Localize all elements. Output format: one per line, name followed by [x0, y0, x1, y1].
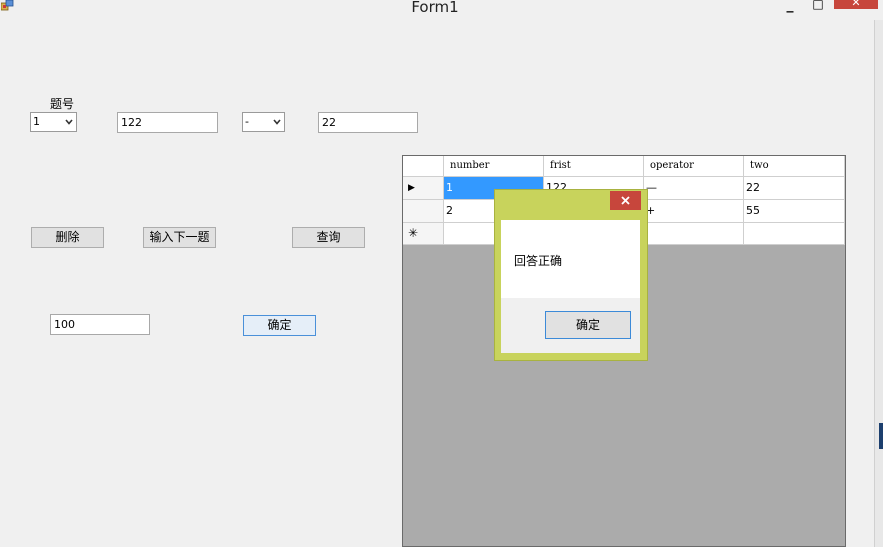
chevron-down-icon — [65, 119, 73, 125]
close-button[interactable]: ✕ — [834, 0, 878, 9]
grid-cell-two[interactable]: 55 — [744, 200, 845, 223]
grid-cell-two[interactable]: 22 — [744, 177, 845, 200]
window-edge — [874, 20, 883, 547]
edge-marker — [879, 423, 883, 449]
delete-button[interactable]: 删除 — [31, 227, 104, 248]
next-question-button[interactable]: 输入下一题 — [143, 227, 216, 248]
grid-cell-operator[interactable] — [644, 223, 744, 245]
grid-corner-header — [403, 156, 444, 177]
question-number-combo[interactable]: 1 — [30, 112, 77, 132]
chevron-down-icon — [273, 119, 281, 125]
column-header-operator[interactable]: operator — [644, 156, 744, 177]
window-title: Form1 — [411, 0, 459, 16]
dialog-close-button[interactable] — [610, 191, 641, 210]
combo-value: 1 — [33, 115, 40, 128]
dialog-ok-button[interactable]: 确定 — [545, 311, 631, 339]
row-header-current[interactable]: ▶ — [403, 177, 444, 200]
first-number-input[interactable]: 122 — [117, 112, 218, 133]
close-icon — [621, 196, 630, 205]
maximize-button[interactable]: □ — [806, 0, 830, 13]
operator-combo[interactable]: - — [242, 112, 285, 132]
second-number-input[interactable]: 22 — [318, 112, 418, 133]
question-number-label: 题号 — [50, 97, 75, 111]
column-header-number[interactable]: number — [444, 156, 544, 177]
dialog-message: 回答正确 — [514, 254, 563, 268]
grid-cell-operator[interactable]: — — [644, 177, 744, 200]
column-header-two[interactable]: two — [744, 156, 845, 177]
combo-value: - — [245, 115, 249, 128]
grid-cell-two[interactable] — [744, 223, 845, 245]
minimize-button[interactable]: _ — [778, 0, 802, 13]
grid-cell-operator[interactable]: + — [644, 200, 744, 223]
answer-input[interactable]: 100 — [50, 314, 150, 335]
confirm-button[interactable]: 确定 — [243, 315, 316, 336]
row-header[interactable] — [403, 200, 444, 223]
column-header-frist[interactable]: frist — [544, 156, 644, 177]
query-button[interactable]: 查询 — [292, 227, 365, 248]
row-header-new[interactable]: ✳ — [403, 223, 444, 245]
